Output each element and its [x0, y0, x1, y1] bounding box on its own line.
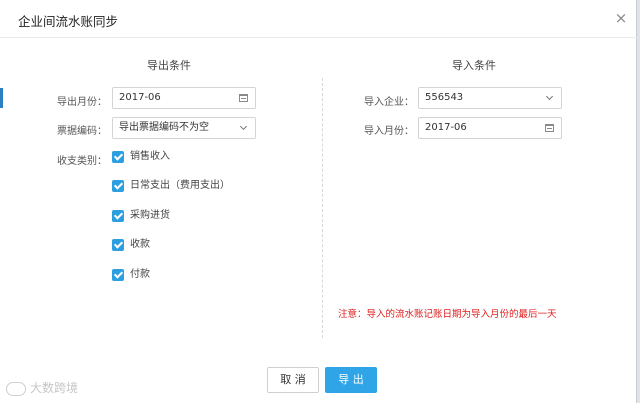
import-month-input[interactable]: 2017-06	[418, 117, 562, 139]
chevron-down-icon	[239, 122, 248, 131]
watermark-logo-icon	[6, 381, 26, 396]
checkmark-icon[interactable]	[112, 239, 124, 251]
category-option-label: 日常支出（费用支出）	[130, 180, 230, 191]
sync-dialog: 企业间流水账同步 × 导出条件 导出月份： 2017-06 票据编码： 导出票据…	[0, 0, 637, 403]
import-month-label: 导入月份：	[364, 126, 414, 137]
dialog-title: 企业间流水账同步	[18, 14, 119, 29]
export-month-value: 2017-06	[119, 92, 161, 103]
doc-code-label: 票据编码：	[57, 126, 107, 137]
category-option-label: 采购进货	[130, 210, 170, 221]
category-option-label: 付款	[130, 269, 150, 280]
checkmark-icon[interactable]	[112, 151, 124, 163]
category-option-label: 销售收入	[130, 151, 170, 162]
calendar-icon[interactable]	[239, 94, 248, 102]
checkmark-icon[interactable]	[112, 269, 124, 281]
background-edge	[0, 88, 3, 108]
import-company-select[interactable]: 556543	[418, 87, 562, 109]
export-month-input[interactable]: 2017-06	[112, 87, 256, 109]
close-icon[interactable]: ×	[612, 9, 630, 27]
doc-code-select[interactable]: 导出票据编码不为空	[112, 117, 256, 139]
chevron-down-icon	[545, 92, 554, 101]
import-company-value: 556543	[425, 92, 464, 103]
dialog-header: 企业间流水账同步 ×	[0, 0, 637, 38]
import-section-title: 导入条件	[452, 59, 496, 72]
import-company-label: 导入企业：	[364, 97, 414, 108]
import-month-value: 2017-06	[425, 122, 467, 133]
section-divider	[322, 78, 323, 338]
watermark-text: 大数跨境	[30, 381, 79, 395]
doc-code-value: 导出票据编码不为空	[119, 122, 209, 133]
cancel-button[interactable]: 取 消	[267, 367, 319, 393]
calendar-icon[interactable]	[545, 124, 554, 132]
export-button[interactable]: 导 出	[325, 367, 377, 393]
import-notice: 注意：导入的流水账记账日期为导入月份的最后一天	[338, 309, 557, 320]
checkmark-icon[interactable]	[112, 180, 124, 192]
watermark: 大数跨境	[6, 379, 78, 396]
checkmark-icon[interactable]	[112, 210, 124, 222]
export-month-label: 导出月份：	[57, 97, 107, 108]
category-label: 收支类别：	[57, 156, 107, 167]
category-option-label: 收款	[130, 239, 150, 250]
export-section-title: 导出条件	[147, 59, 191, 72]
